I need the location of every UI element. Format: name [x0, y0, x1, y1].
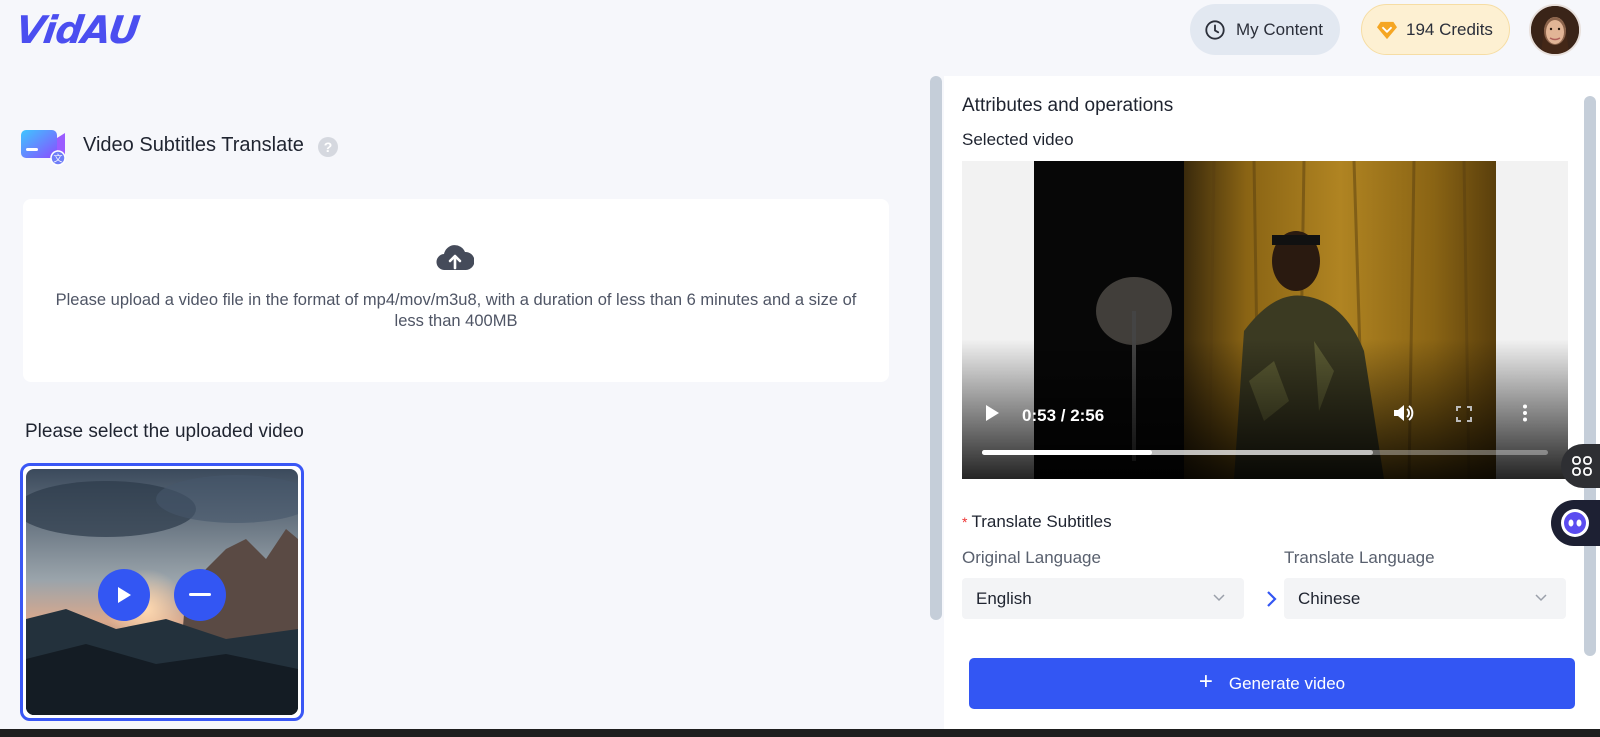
uploaded-video-thumbnail[interactable]	[20, 463, 304, 721]
generate-video-button[interactable]: + Generate video	[969, 658, 1575, 709]
translate-language-label: Translate Language	[1284, 548, 1435, 567]
plus-icon: +	[1198, 668, 1213, 695]
diamond-icon	[1377, 21, 1397, 39]
chevron-down-icon	[1535, 594, 1547, 602]
cloud-upload-icon	[436, 245, 474, 271]
clock-icon	[1205, 19, 1225, 40]
chevron-down-icon	[1213, 594, 1225, 602]
attributes-panel: Attributes and operations Selected video	[944, 76, 1600, 737]
landscape-thumbnail-image	[26, 469, 298, 715]
volume-icon[interactable]	[1392, 403, 1416, 423]
help-icon[interactable]: ?	[318, 137, 338, 157]
upload-dropzone[interactable]: Please upload a video file in the format…	[23, 199, 889, 382]
generate-video-label: Generate video	[1228, 673, 1346, 693]
bot-face-icon	[1561, 509, 1589, 537]
assistant-bot-button[interactable]	[1551, 500, 1600, 546]
panel-title: Attributes and operations	[962, 95, 1174, 116]
more-options-icon[interactable]	[1522, 404, 1528, 422]
video-played-bar	[982, 450, 1152, 455]
minus-icon	[189, 593, 211, 596]
original-language-label: Original Language	[962, 548, 1101, 567]
play-icon	[118, 587, 131, 603]
video-translate-icon: 文	[21, 128, 67, 166]
translate-subtitles-label: * Translate Subtitles	[962, 512, 1112, 531]
original-language-select[interactable]: English	[962, 578, 1244, 619]
my-content-label: My Content	[1236, 19, 1323, 39]
original-language-value: English	[976, 589, 1032, 608]
fullscreen-icon[interactable]	[1456, 406, 1472, 422]
remove-video-button[interactable]	[174, 569, 226, 621]
left-panel-scrollbar[interactable]	[930, 76, 942, 620]
video-timestamp: 0:53 / 2:56	[1022, 406, 1105, 425]
apps-widget-button[interactable]	[1561, 444, 1600, 488]
video-progress-bar[interactable]	[982, 450, 1548, 455]
credits-label: 194 Credits	[1406, 19, 1493, 39]
vidau-logo[interactable]: VidAU	[13, 8, 142, 52]
user-avatar[interactable]	[1529, 4, 1581, 56]
svg-text:文: 文	[53, 153, 62, 165]
required-marker: *	[962, 514, 968, 530]
play-icon[interactable]	[984, 404, 1000, 422]
selected-video-label: Selected video	[962, 130, 1074, 149]
my-content-button[interactable]: My Content	[1190, 4, 1340, 55]
video-player[interactable]: 0:53 / 2:56	[962, 161, 1568, 479]
upload-instructions: Please upload a video file in the format…	[55, 291, 857, 330]
uploaded-video-label: Please select the uploaded video	[25, 421, 304, 442]
apps-grid-icon	[1572, 456, 1592, 476]
preview-play-button[interactable]	[98, 569, 150, 621]
right-panel-scrollbar[interactable]	[1584, 96, 1596, 656]
page-title: Video Subtitles Translate	[83, 134, 304, 156]
translate-language-select[interactable]: Chinese	[1284, 578, 1566, 619]
taskbar-strip	[0, 729, 1600, 737]
translate-language-value: Chinese	[1298, 589, 1361, 608]
chevron-right-icon	[1267, 591, 1277, 607]
credits-button[interactable]: 194 Credits	[1361, 4, 1510, 55]
